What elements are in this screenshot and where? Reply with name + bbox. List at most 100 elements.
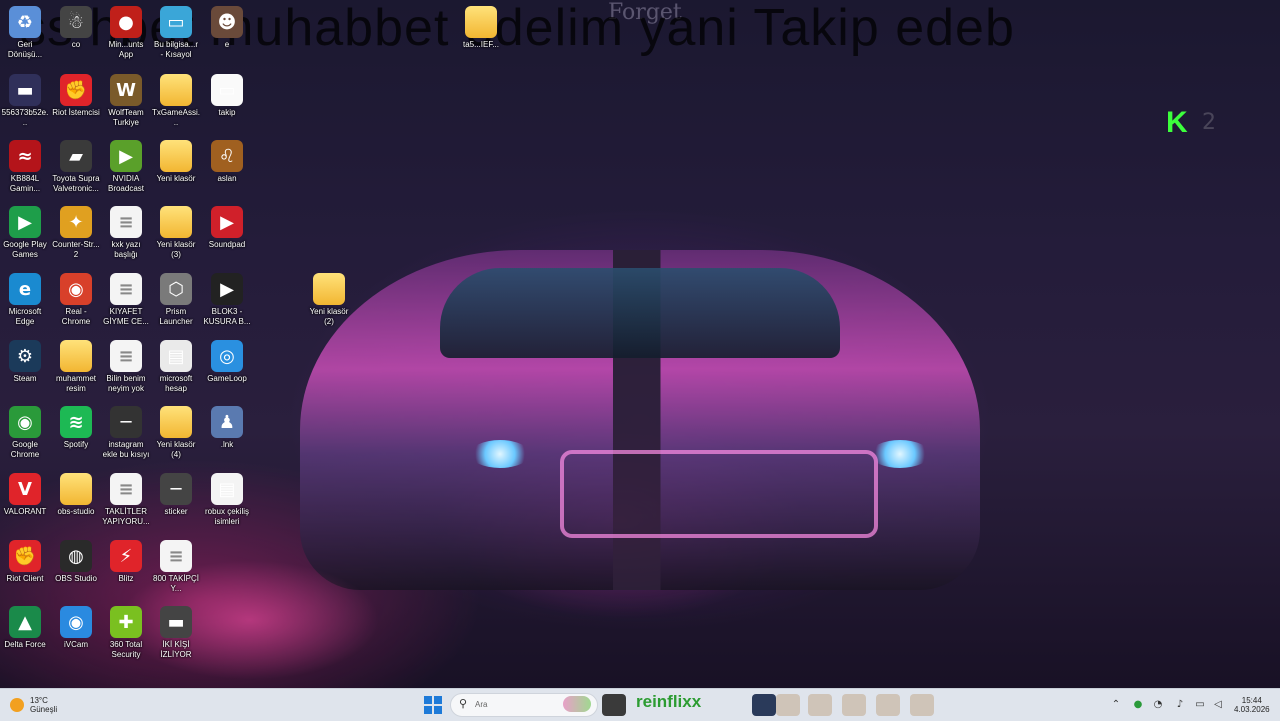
yeni-klasor-3-icon: [160, 206, 192, 238]
desktop-icon-kb884l[interactable]: ≈ KB884L Gamin...: [1, 140, 49, 194]
wolfteam-icon: W: [110, 74, 142, 106]
desktop-icon-blitz[interactable]: ⚡ Blitz: [102, 540, 150, 584]
desktop-icon-geri-donusum[interactable]: ♻ Geri Dönüşü...: [1, 6, 49, 60]
desktop-icon-counter-strike[interactable]: ✦ Counter-Str... 2: [52, 206, 100, 260]
taskbar-app-cat-3[interactable]: [842, 694, 866, 716]
desktop-icon-label: Prism Launcher: [159, 307, 193, 326]
desktop-icon-bilin-benim[interactable]: ≡ Bilin benim neyim yok: [102, 340, 150, 394]
nvidia-broadcast-icon: ▶: [110, 140, 142, 172]
desktop-icon-robux[interactable]: ▤ robux çekiliş isimleri: [203, 473, 251, 527]
desktop-icon-lnk[interactable]: ♟ .lnk: [203, 406, 251, 450]
desktop-icon-ta5-ief[interactable]: ta5...IEF...: [457, 6, 505, 50]
desktop-icon-soundpad[interactable]: ▶ Soundpad: [203, 206, 251, 250]
desktop-icon-minecraft[interactable]: ● Min...unts App: [102, 6, 150, 60]
desktop-icon-blok3[interactable]: ▶ BLOK3 - KUSURA B...: [203, 273, 251, 327]
desktop-icon-aslan[interactable]: ♌ aslan: [203, 140, 251, 184]
desktop-icon-label: Microsoft Edge: [8, 307, 42, 326]
desktop-icon-yeni-klasor[interactable]: Yeni klasör: [152, 140, 200, 184]
desktop-icon-co[interactable]: ☃ co: [52, 6, 100, 50]
wallpaper-car-windshield: [440, 268, 840, 358]
desktop-icon-gameloop[interactable]: ◎ GameLoop: [203, 340, 251, 384]
taskbar-app-cat-5[interactable]: [910, 694, 934, 716]
desktop-icon-iki-kisi[interactable]: ▬ İKİ KİŞİ İZLİYOR: [152, 606, 200, 660]
desktop-icon-prism-launcher[interactable]: ⬡ Prism Launcher: [152, 273, 200, 327]
desktop-icon-ivcam[interactable]: ◉ iVCam: [52, 606, 100, 650]
chevron-up-icon[interactable]: ⌃: [1110, 699, 1122, 711]
desktop-icon-label: Yeni klasör (4): [156, 440, 196, 459]
desktop-icon-steam[interactable]: ⚙ Steam: [1, 340, 49, 384]
desktop-icon-label: Geri Dönüşü...: [7, 40, 43, 59]
desktop-icon-icon-e[interactable]: ☻ e: [203, 6, 251, 50]
desktop-icon-google-play-games[interactable]: ▶ Google Play Games: [1, 206, 49, 260]
weather-widget[interactable]: 13°C Güneşli: [10, 689, 57, 721]
desktop-icon-yeni-klasor-3[interactable]: Yeni klasör (3): [152, 206, 200, 260]
desktop-icon-sticker[interactable]: ─ sticker: [152, 473, 200, 517]
start-button[interactable]: [424, 689, 442, 721]
desktop-icon-txgameassi[interactable]: TxGameAssi...: [152, 74, 200, 128]
gameloop-icon: ◎: [211, 340, 243, 372]
search-placeholder: Ara: [475, 700, 488, 709]
taskbar-app-cat-2[interactable]: [808, 694, 832, 716]
desktop-icon-label: iVCam: [63, 640, 88, 649]
desktop-icon-label: Toyota Supra Valvetronic...: [52, 174, 100, 193]
taskbar-app-cat-4[interactable]: [876, 694, 900, 716]
desktop-icon-obs-studio-folder[interactable]: obs-studio: [52, 473, 100, 517]
desktop-icon-microsoft-hesap[interactable]: ▤ microsoft hesap: [152, 340, 200, 394]
bu-bilgisayar-icon: ▭: [160, 6, 192, 38]
desktop-icon-label: Min...unts App: [108, 40, 144, 59]
desktop-icon-360-total[interactable]: ✚ 360 Total Security: [102, 606, 150, 660]
desktop-icon-toyota-supra[interactable]: ▰ Toyota Supra Valvetronic...: [52, 140, 100, 194]
desktop-icon-label: e: [224, 40, 230, 49]
desktop-icon-label: KB884L Gamin...: [9, 174, 41, 193]
toyota-supra-icon: ▰: [60, 140, 92, 172]
desktop-icon-label: aslan: [217, 174, 237, 183]
desktop-icon-label: robux çekiliş isimleri: [204, 507, 249, 526]
riot-client-icon: ✊: [9, 540, 41, 572]
desktop-icon-img-556[interactable]: ▬ 556373b52e...: [1, 74, 49, 128]
desktop-icon-taklitler[interactable]: ≡ TAKLİTLER YAPIYORU...: [102, 473, 150, 527]
desktop-icon-obs-studio[interactable]: ◍ OBS Studio: [52, 540, 100, 584]
desktop-icon-label: WolfTeam Turkiye: [108, 108, 144, 127]
desktop-icon-label: kxk yazı başlığı: [111, 240, 141, 259]
desktop-icon-wolfteam[interactable]: W WolfTeam Turkiye: [102, 74, 150, 128]
desktop-icon-800-takipci[interactable]: ≡ 800 TAKİPÇİ Y...: [152, 540, 200, 594]
taskbar-app-1[interactable]: [752, 694, 776, 716]
desktop-icon-label: .lnk: [220, 440, 234, 449]
desktop-icon-yeni-klasor-2[interactable]: Yeni klasör (2): [305, 273, 353, 327]
lnk-icon: ♟: [211, 406, 243, 438]
desktop-icon-label: GameLoop: [207, 374, 247, 383]
wallpaper-grille: [560, 450, 878, 538]
wallpaper-headlight-left: [470, 440, 530, 468]
desktop-icon-microsoft-edge[interactable]: e Microsoft Edge: [1, 273, 49, 327]
taskbar-search[interactable]: ⚲ Ara: [450, 693, 598, 717]
desktop-icon-valorant[interactable]: V VALORANT: [1, 473, 49, 517]
clock[interactable]: 15:44 4.03.2026: [1234, 689, 1270, 721]
desktop-icon-muhammet-resim[interactable]: muhammet resim: [52, 340, 100, 394]
desktop-icon-kiyafet[interactable]: ≡ KIYAFET GİYME CE...: [102, 273, 150, 327]
desktop-icon-yeni-klasor-4[interactable]: Yeni klasör (4): [152, 406, 200, 460]
desktop-icon-riot-istemcisi[interactable]: ✊ Riot İstemcisi: [52, 74, 100, 118]
taklitler-icon: ≡: [110, 473, 142, 505]
network-icon[interactable]: ◔: [1152, 699, 1164, 711]
reinflixx-app[interactable]: reinflixx: [636, 692, 701, 712]
desktop-icon-delta-force[interactable]: ▲ Delta Force: [1, 606, 49, 650]
desktop-icon-kxk-yazi[interactable]: ≡ kxk yazı başlığı: [102, 206, 150, 260]
desktop-icon-real-chrome[interactable]: ◉ Real - Chrome: [52, 273, 100, 327]
desktop-icon-nvidia-broadcast[interactable]: ▶ NVIDIA Broadcast: [102, 140, 150, 194]
obs-studio-folder-icon: [60, 473, 92, 505]
desktop-icon-instagram[interactable]: ─ instagram ekle bu kısıyı: [102, 406, 150, 460]
display-icon[interactable]: ▭: [1194, 699, 1206, 711]
delta-force-icon: ▲: [9, 606, 41, 638]
desktop-icon-riot-client[interactable]: ✊ Riot Client: [1, 540, 49, 584]
tray-app-icon[interactable]: ●: [1132, 699, 1144, 711]
kb884l-icon: ≈: [9, 140, 41, 172]
desktop-icon-takip[interactable]: ▭ takip: [203, 74, 251, 118]
desktop-icon-label: Yeni klasör: [156, 174, 196, 183]
desktop-icon-spotify[interactable]: ≋ Spotify: [52, 406, 100, 450]
taskbar-app-cat-1[interactable]: [776, 694, 800, 716]
desktop-icon-bu-bilgisayar[interactable]: ▭ Bu bilgisa...r - Kısayol: [152, 6, 200, 60]
desktop-icon-google-chrome[interactable]: ◉ Google Chrome: [1, 406, 49, 460]
volume-icon[interactable]: ◁: [1212, 699, 1224, 711]
microphone-icon[interactable]: ♪: [1174, 699, 1186, 711]
task-view-button[interactable]: [602, 694, 626, 716]
